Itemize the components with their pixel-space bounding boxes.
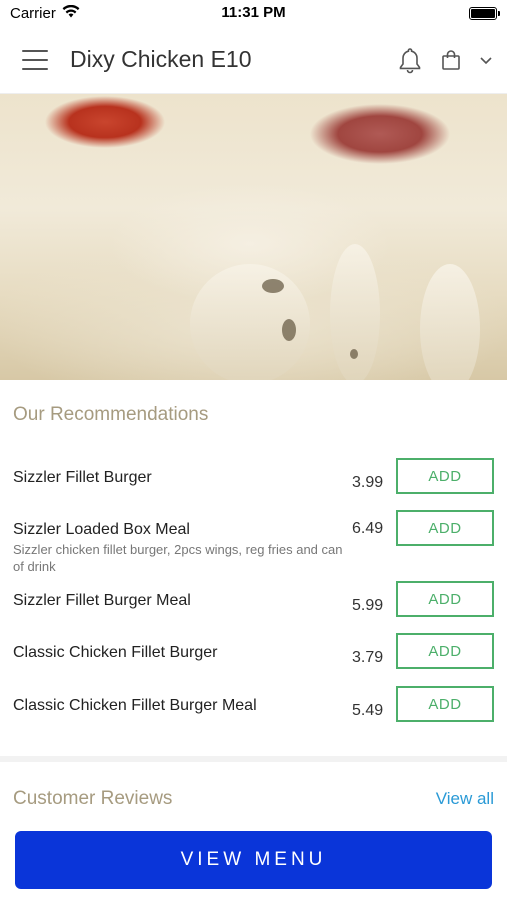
view-all-link[interactable]: View all: [436, 789, 494, 809]
recommendations-section: Our Recommendations Sizzler Fillet Burge…: [0, 404, 507, 736]
add-button[interactable]: ADD: [396, 686, 494, 722]
item-price: 5.99: [352, 597, 384, 614]
item-info: Sizzler Loaded Box Meal Sizzler chicken …: [13, 520, 352, 575]
item-info: Sizzler Fillet Burger Meal: [13, 591, 352, 611]
battery-icon: [469, 6, 500, 20]
item-price: 3.99: [352, 474, 384, 491]
chevron-down-icon[interactable]: [479, 55, 493, 65]
status-left: Carrier: [10, 4, 80, 22]
item-description: Sizzler chicken fillet burger, 2pcs wing…: [13, 542, 343, 574]
shopping-bag-icon[interactable]: [441, 49, 461, 71]
reviews-title: Customer Reviews: [13, 788, 173, 809]
bell-icon[interactable]: [397, 46, 423, 74]
status-bar: Carrier 11:31 PM: [0, 0, 507, 26]
app-header: Dixy Chicken E10: [0, 26, 507, 94]
add-button[interactable]: ADD: [396, 581, 494, 617]
wifi-icon: [62, 4, 80, 22]
hero-image: [0, 94, 507, 380]
view-menu-button[interactable]: VIEW MENU: [15, 831, 492, 889]
menu-list: Sizzler Fillet Burger 3.99 ADD Sizzler L…: [13, 458, 494, 736]
carrier-label: Carrier: [10, 4, 56, 22]
item-info: Classic Chicken Fillet Burger Meal: [13, 696, 352, 716]
header-actions: [397, 46, 493, 74]
recommendations-title: Our Recommendations: [13, 404, 209, 425]
item-name: Classic Chicken Fillet Burger: [13, 644, 218, 661]
item-price: 6.49: [352, 520, 384, 537]
item-name: Sizzler Fillet Burger: [13, 469, 152, 486]
page-title: Dixy Chicken E10: [70, 46, 252, 72]
item-price: 5.49: [352, 702, 384, 719]
section-divider: [0, 756, 507, 762]
add-button[interactable]: ADD: [396, 458, 494, 494]
menu-icon[interactable]: [22, 49, 48, 70]
list-item: Classic Chicken Fillet Burger Meal 5.49 …: [13, 686, 494, 736]
item-name: Sizzler Loaded Box Meal: [13, 521, 190, 538]
item-info: Classic Chicken Fillet Burger: [13, 643, 352, 663]
item-name: Classic Chicken Fillet Burger Meal: [13, 697, 257, 714]
add-button[interactable]: ADD: [396, 633, 494, 669]
item-name: Sizzler Fillet Burger Meal: [13, 592, 191, 609]
reviews-header: Customer Reviews View all: [0, 788, 507, 810]
item-info: Sizzler Fillet Burger: [13, 468, 352, 488]
add-button[interactable]: ADD: [396, 510, 494, 546]
item-price: 3.79: [352, 649, 384, 666]
